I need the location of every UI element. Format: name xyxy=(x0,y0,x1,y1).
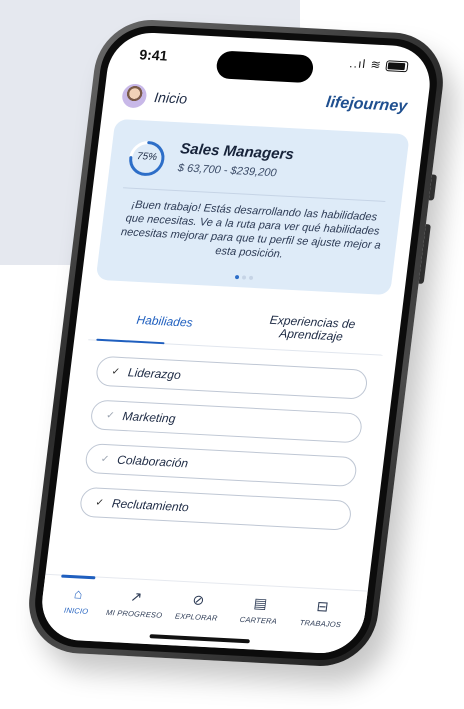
progress-percent: 75% xyxy=(136,151,158,164)
card-message: ¡Buen trabajo! Estás desarrollando las h… xyxy=(120,198,382,261)
dynamic-island xyxy=(215,50,315,84)
nav-item-trabajos[interactable]: ⊟ TRABAJOS xyxy=(289,596,355,630)
nav-active-indicator xyxy=(61,574,96,580)
skill-label: Marketing xyxy=(121,409,177,426)
compass-icon: ⊘ xyxy=(191,591,206,609)
nav-label: EXPLORAR xyxy=(174,611,219,623)
role-match-card[interactable]: 75% Sales Managers $ 63,700 - $239,200 ¡… xyxy=(95,118,410,296)
active-tab-underline xyxy=(96,338,165,345)
nav-label: CARTERA xyxy=(239,614,278,626)
check-icon: ✓ xyxy=(105,409,116,422)
app-header: Inicio lifejourney xyxy=(116,81,414,126)
home-indicator xyxy=(149,634,250,644)
nav-item-inicio[interactable]: ⌂ INICIO xyxy=(45,583,111,617)
role-title: Sales Managers xyxy=(179,140,295,164)
check-icon: ✓ xyxy=(94,497,105,509)
salary-range: $ 63,700 - $239,200 xyxy=(177,162,278,180)
skill-label: Colaboración xyxy=(116,452,189,471)
check-icon: ✓ xyxy=(100,453,110,465)
home-icon: ⌂ xyxy=(73,585,84,602)
wifi-icon: ≋ xyxy=(369,57,383,72)
skill-item-reclutamiento[interactable]: ✓ Reclutamiento xyxy=(78,486,353,531)
check-icon: ✓ xyxy=(110,365,121,378)
nav-item-mi-progreso[interactable]: ↗ MI PROGRESO xyxy=(103,586,169,620)
skill-item-liderazgo[interactable]: ✓ Liderazgo xyxy=(94,355,369,400)
carousel-dot[interactable] xyxy=(241,275,247,280)
tab-label: Habiliades xyxy=(135,312,194,330)
status-time: 9:41 xyxy=(138,46,169,64)
nav-item-cartera[interactable]: ▤ CARTERA xyxy=(227,592,293,626)
signal-icon: ..ıl xyxy=(348,56,368,72)
briefcase-icon: ⊟ xyxy=(315,598,330,615)
skill-label: Reclutamiento xyxy=(111,496,190,515)
status-icons: ..ıl ≋ xyxy=(349,56,409,73)
skill-item-colaboracion[interactable]: ✓ Colaboración xyxy=(84,443,358,488)
nav-item-explorar[interactable]: ⊘ EXPLORAR xyxy=(165,589,231,623)
nav-label: MI PROGRESO xyxy=(105,607,163,620)
avatar[interactable] xyxy=(120,83,148,109)
nav-label: TRABAJOS xyxy=(299,618,342,630)
wallet-icon: ▤ xyxy=(252,594,269,612)
skills-list: ✓ Liderazgo ✓ Marketing ✓ Colaboración ✓… xyxy=(77,355,369,545)
tab-experiencias[interactable]: Experiencias de Aprendizaje xyxy=(236,303,389,354)
carousel-dot[interactable] xyxy=(248,275,254,280)
match-progress-ring: 75% xyxy=(124,138,169,180)
tab-label: Experiencias de Aprendizaje xyxy=(269,312,357,344)
tab-habiliades[interactable]: Habiliades xyxy=(88,296,241,347)
carousel-dot[interactable] xyxy=(234,275,240,280)
nav-label: INICIO xyxy=(63,605,89,616)
brand-logo: lifejourney xyxy=(325,94,409,116)
skill-item-marketing[interactable]: ✓ Marketing xyxy=(89,399,364,444)
tab-bar: Habiliades Experiencias de Aprendizaje xyxy=(88,295,389,356)
progress-chart-icon: ↗ xyxy=(129,588,144,605)
page-title: Inicio xyxy=(153,89,189,107)
skill-label: Liderazgo xyxy=(127,365,182,383)
carousel-dots[interactable] xyxy=(97,268,392,287)
battery-icon xyxy=(385,60,409,73)
